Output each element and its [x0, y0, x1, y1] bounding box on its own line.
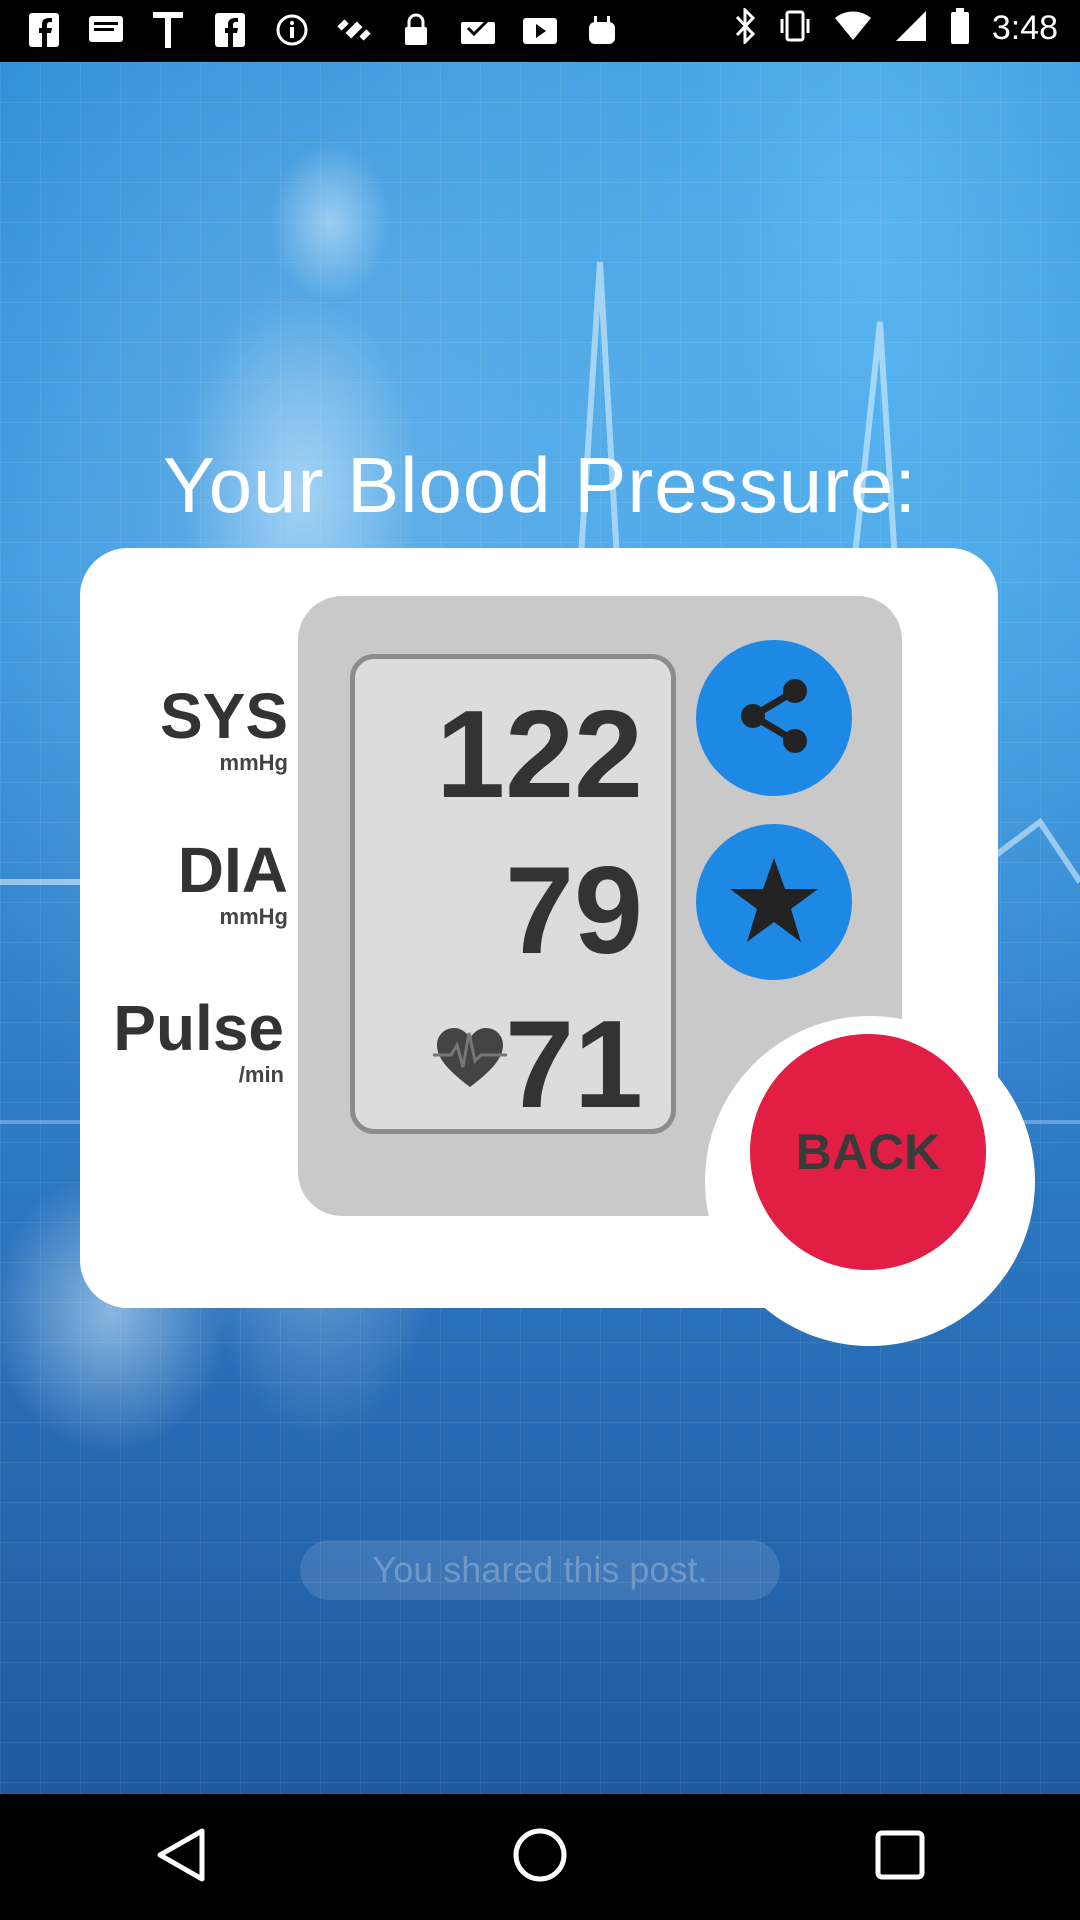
toast-message: You shared this post. — [300, 1540, 780, 1600]
vibrate-icon — [778, 9, 812, 48]
page-title: Your Blood Pressure: — [162, 441, 918, 529]
lock-icon — [398, 10, 434, 50]
wifi-icon — [834, 10, 872, 47]
sys-unit: mmHg — [219, 750, 288, 775]
reading-display: 122 79 71 — [350, 654, 676, 1134]
bluetooth-icon — [734, 6, 756, 49]
status-bar: 3:48 — [0, 0, 1080, 62]
facebook-icon — [26, 10, 62, 50]
android-icon — [584, 10, 620, 50]
pulse-label: Pulse /min — [80, 996, 284, 1088]
home-icon — [512, 1827, 568, 1888]
recents-icon — [874, 1829, 926, 1886]
sys-label-text: SYS — [159, 680, 288, 752]
back-icon — [154, 1827, 206, 1888]
dia-value: 79 — [505, 842, 643, 980]
share-button[interactable] — [696, 640, 852, 796]
navigation-bar — [0, 1794, 1080, 1920]
sys-label: SYS mmHg — [100, 684, 288, 776]
dia-unit: mmHg — [219, 904, 288, 929]
message-icon — [88, 10, 124, 50]
pulse-unit: /min — [238, 1062, 284, 1087]
info-icon — [274, 10, 310, 50]
play-store-icon — [522, 10, 558, 50]
dia-label: DIA mmHg — [100, 838, 288, 930]
battery-icon — [950, 8, 970, 49]
rate-button[interactable] — [696, 824, 852, 980]
satellite-icon — [336, 10, 372, 50]
nav-back-button[interactable] — [140, 1817, 220, 1897]
nav-recents-button[interactable] — [860, 1817, 940, 1897]
signal-icon — [894, 9, 928, 48]
status-time: 3:48 — [991, 9, 1058, 47]
nav-home-button[interactable] — [500, 1817, 580, 1897]
star-icon — [728, 856, 820, 949]
pulse-label-text: Pulse — [113, 992, 284, 1064]
sys-value: 122 — [436, 686, 643, 824]
dia-label-text: DIA — [177, 834, 288, 906]
facebook-icon — [212, 10, 248, 50]
t-icon — [150, 10, 186, 50]
back-button-label: BACK — [795, 1124, 941, 1180]
share-icon — [729, 671, 819, 766]
heart-icon — [433, 1025, 507, 1096]
back-button[interactable]: BACK — [750, 1034, 986, 1270]
inbox-icon — [460, 10, 496, 50]
pulse-value: 71 — [505, 996, 643, 1134]
result-card: SYS mmHg DIA mmHg Pulse /min 122 79 71 B… — [80, 548, 1035, 1346]
